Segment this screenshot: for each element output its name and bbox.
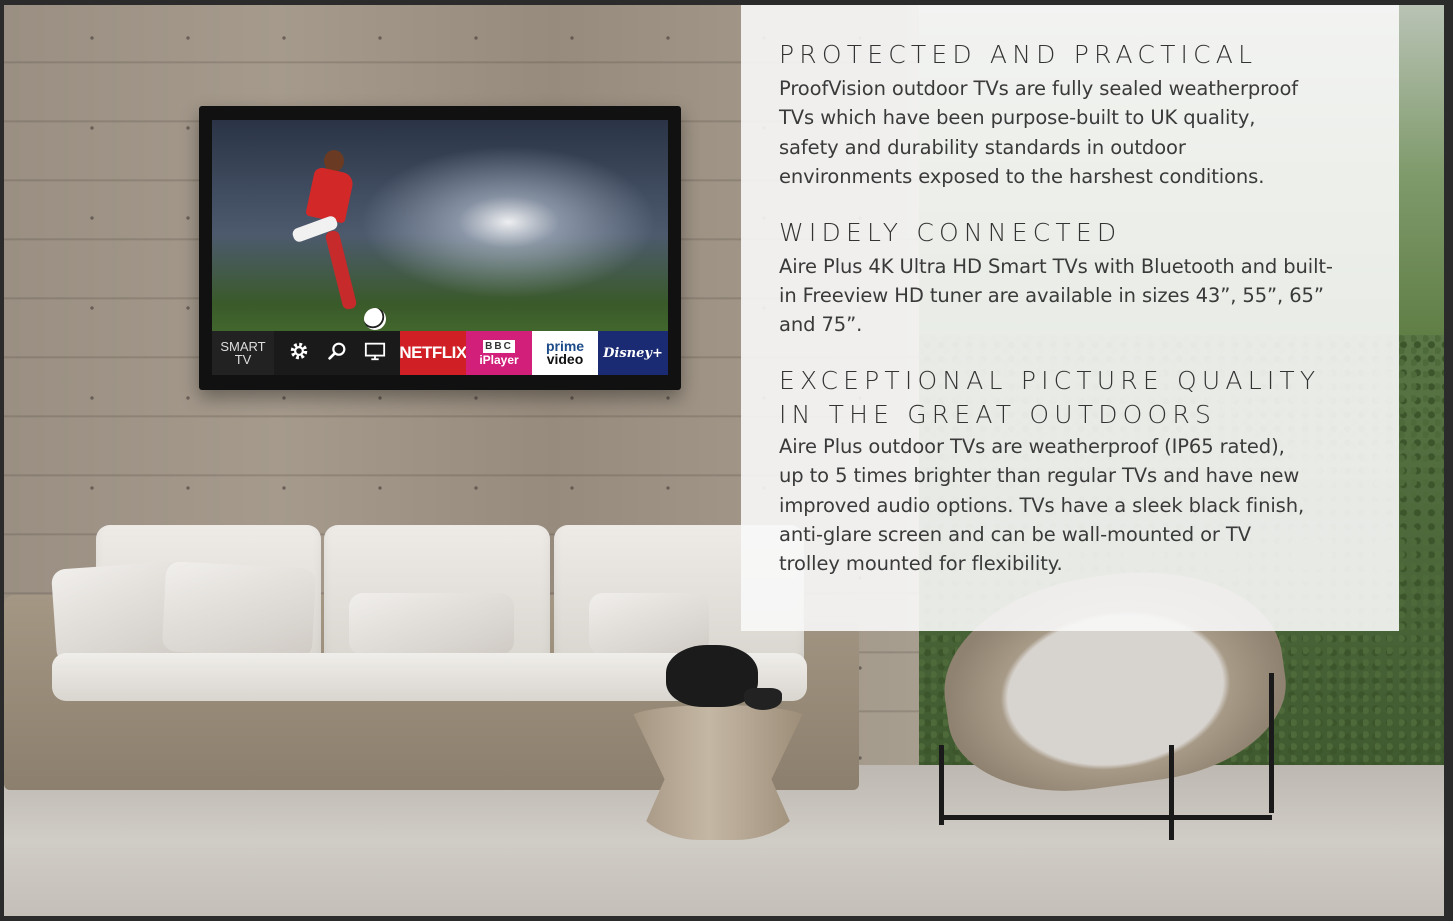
outdoor-tv: SMART TV NETFLIX BBC iPlayer prime video… — [199, 106, 681, 390]
section-body: Aire Plus 4K Ultra HD Smart TVs with Blu… — [779, 254, 1333, 337]
sofa-pillow — [349, 593, 514, 655]
sofa-pillow — [589, 593, 709, 655]
netflix-app-tile: NETFLIX — [399, 331, 467, 375]
tv-screen: SMART TV NETFLIX BBC iPlayer prime video… — [212, 120, 668, 375]
section-body: ProofVision outdoor TVs are fully sealed… — [779, 77, 1299, 189]
monitor-icon — [364, 340, 386, 366]
sofa-pillow — [161, 561, 317, 659]
chair-leg — [1169, 745, 1174, 840]
smart-tv-menu-bar: SMART TV NETFLIX BBC iPlayer prime video… — [212, 331, 668, 375]
tv-menu-icons — [274, 331, 400, 375]
tea-cup — [744, 688, 782, 710]
section-protected-and-practical: PROTECTED AND PRACTICAL ProofVision outd… — [779, 38, 1361, 192]
feature-text-panel: PROTECTED AND PRACTICAL ProofVision outd… — [741, 5, 1399, 631]
prime-video-app-tile: prime video — [532, 331, 598, 375]
section-exceptional-picture-quality: EXCEPTIONAL PICTURE QUALITY IN THE GREAT… — [779, 364, 1361, 579]
chair-leg — [1269, 673, 1274, 813]
disney-plus-logo: Disney+ — [603, 345, 663, 361]
iplayer-logo: iPlayer — [479, 352, 519, 367]
chair-leg — [942, 815, 1272, 820]
section-body: Aire Plus outdoor TVs are weatherproof (… — [779, 434, 1305, 576]
section-widely-connected: WIDELY CONNECTED Aire Plus 4K Ultra HD S… — [779, 216, 1361, 340]
smart-tv-label: SMART TV — [212, 331, 274, 375]
section-heading: WIDELY CONNECTED — [779, 217, 1122, 247]
section-heading: PROTECTED AND PRACTICAL — [779, 40, 1258, 69]
search-icon — [326, 340, 348, 366]
gear-icon — [288, 340, 310, 366]
footballer-image — [272, 150, 382, 330]
netflix-logo: NETFLIX — [399, 343, 467, 362]
section-heading: EXCEPTIONAL PICTURE QUALITY IN THE GREAT… — [779, 365, 1321, 429]
video-logo: video — [546, 351, 584, 367]
bbc-logo: BBC — [483, 339, 515, 353]
bbc-iplayer-app-tile: BBC iPlayer — [466, 331, 532, 375]
disney-plus-app-tile: Disney+ — [598, 331, 668, 375]
football-image — [364, 308, 386, 330]
chair-leg — [939, 745, 944, 825]
